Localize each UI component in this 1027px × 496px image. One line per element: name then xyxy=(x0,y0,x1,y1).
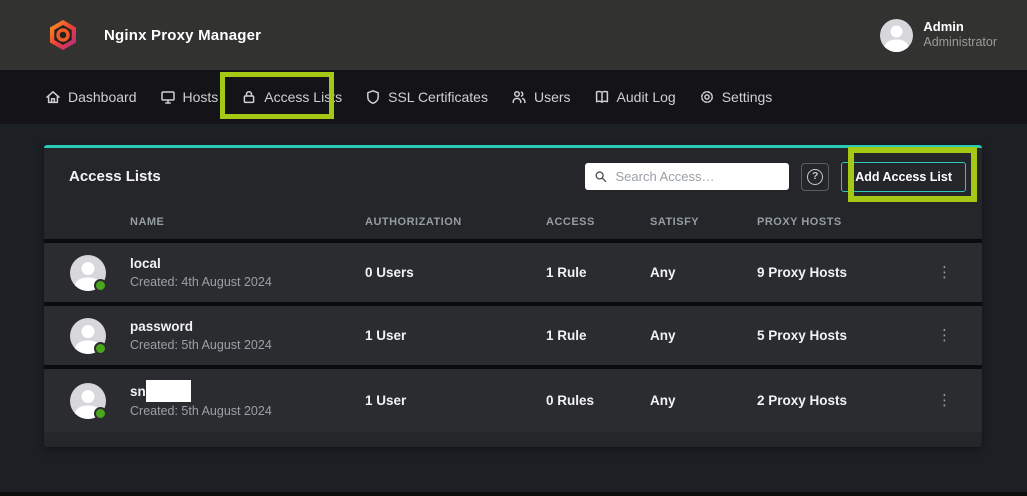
access-list-created: Created: 4th August 2024 xyxy=(130,273,272,291)
shield-icon xyxy=(365,89,381,105)
column-header-authorization: AUTHORIZATION xyxy=(365,216,546,228)
search-input[interactable] xyxy=(616,169,782,184)
column-header-proxy-hosts: PROXY HOSTS xyxy=(757,216,907,228)
row-avatar xyxy=(70,255,106,291)
nginx-proxy-manager-logo-icon xyxy=(46,18,80,52)
status-online-dot xyxy=(94,279,107,292)
book-icon xyxy=(594,89,610,105)
nav-label: Settings xyxy=(722,89,773,105)
search-box xyxy=(585,163,789,190)
access-value: 0 Rules xyxy=(546,393,650,408)
user-avatar xyxy=(880,19,913,52)
access-list-name: local xyxy=(130,254,272,274)
satisfy-value: Any xyxy=(650,328,757,343)
access-list-name: password xyxy=(130,317,272,337)
nav-label: Dashboard xyxy=(68,89,137,105)
table-header-row: NAME AUTHORIZATION ACCESS SATISFY PROXY … xyxy=(44,205,982,243)
bottom-edge-strip xyxy=(0,492,1027,496)
redaction-box xyxy=(146,380,191,402)
nav-item-hosts[interactable]: Hosts xyxy=(160,89,219,105)
access-list-created: Created: 5th August 2024 xyxy=(130,402,272,420)
nav-label: Audit Log xyxy=(617,89,676,105)
nav-item-ssl-certificates[interactable]: SSL Certificates xyxy=(365,89,488,105)
add-access-list-button[interactable]: Add Access List xyxy=(841,162,966,192)
row-avatar xyxy=(70,383,106,419)
row-menu-kebab-icon[interactable]: ⋮ xyxy=(907,265,982,280)
table-row[interactable]: sn Created: 5th August 2024 1 User 0 Rul… xyxy=(44,369,982,432)
lock-icon xyxy=(241,89,257,105)
authorization-value: 0 Users xyxy=(365,265,546,280)
table-row[interactable]: password Created: 5th August 2024 1 User… xyxy=(44,306,982,369)
users-icon xyxy=(511,89,527,105)
user-role: Administrator xyxy=(923,35,997,51)
column-header-satisfy: SATISFY xyxy=(650,216,757,228)
monitor-icon xyxy=(160,89,176,105)
search-icon xyxy=(594,169,607,184)
column-header-access: ACCESS xyxy=(546,216,650,228)
nav-item-settings[interactable]: Settings xyxy=(699,89,773,105)
help-icon: ? xyxy=(807,169,823,185)
status-online-dot xyxy=(94,342,107,355)
nav-item-dashboard[interactable]: Dashboard xyxy=(45,89,137,105)
top-header-bar: Nginx Proxy Manager Admin Administrator xyxy=(0,0,1027,70)
panel-title: Access Lists xyxy=(69,168,161,185)
main-nav: Dashboard Hosts Access Lists SSL Certifi… xyxy=(0,70,1027,124)
app-title: Nginx Proxy Manager xyxy=(104,27,261,44)
row-menu-kebab-icon[interactable]: ⋮ xyxy=(907,393,982,408)
gear-icon xyxy=(699,89,715,105)
proxy-hosts-value: 5 Proxy Hosts xyxy=(757,328,907,343)
panel-header: Access Lists ? Add Access List xyxy=(44,148,982,205)
satisfy-value: Any xyxy=(650,265,757,280)
user-menu[interactable]: Admin Administrator xyxy=(880,19,997,52)
authorization-value: 1 User xyxy=(365,393,546,408)
access-list-name: sn xyxy=(130,380,272,402)
row-menu-kebab-icon[interactable]: ⋮ xyxy=(907,328,982,343)
user-name: Admin xyxy=(923,19,997,35)
nav-label: Access Lists xyxy=(264,89,342,105)
access-value: 1 Rule xyxy=(546,328,650,343)
nav-label: Hosts xyxy=(183,89,219,105)
home-icon xyxy=(45,89,61,105)
nav-label: SSL Certificates xyxy=(388,89,488,105)
page-content: Access Lists ? Add Access List NAME AUTH… xyxy=(0,124,1027,496)
help-button[interactable]: ? xyxy=(801,163,829,191)
access-list-created: Created: 5th August 2024 xyxy=(130,336,272,354)
nav-item-access-lists[interactable]: Access Lists xyxy=(241,89,342,105)
table-row[interactable]: local Created: 4th August 2024 0 Users 1… xyxy=(44,243,982,306)
access-lists-panel: Access Lists ? Add Access List NAME AUTH… xyxy=(44,145,982,447)
satisfy-value: Any xyxy=(650,393,757,408)
authorization-value: 1 User xyxy=(365,328,546,343)
proxy-hosts-value: 2 Proxy Hosts xyxy=(757,393,907,408)
column-header-name: NAME xyxy=(44,216,365,228)
proxy-hosts-value: 9 Proxy Hosts xyxy=(757,265,907,280)
status-online-dot xyxy=(94,407,107,420)
access-value: 1 Rule xyxy=(546,265,650,280)
nav-item-users[interactable]: Users xyxy=(511,89,571,105)
nav-item-audit-log[interactable]: Audit Log xyxy=(594,89,676,105)
row-avatar xyxy=(70,318,106,354)
nav-label: Users xyxy=(534,89,571,105)
